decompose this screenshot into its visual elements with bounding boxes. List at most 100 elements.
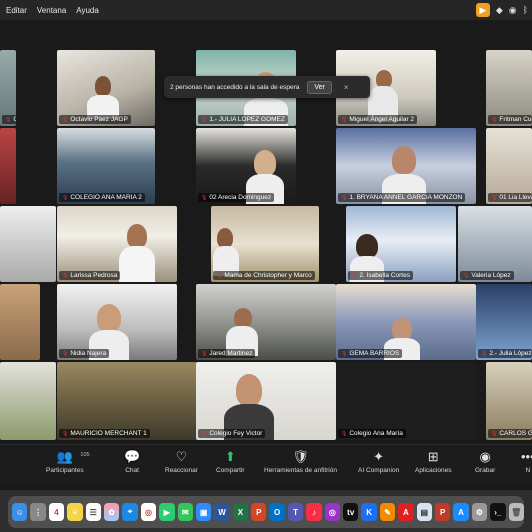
- safari-icon[interactable]: ⌖: [122, 503, 138, 521]
- participant-tile[interactable]: [0, 362, 56, 440]
- ai-companion-button[interactable]: ✦ AI Companion: [358, 449, 399, 474]
- participant-name: CARLOS GONZ: [488, 429, 532, 438]
- word-icon[interactable]: W: [214, 503, 230, 521]
- participant-tile[interactable]: Gloria Lopez: [0, 50, 16, 126]
- participant-tile[interactable]: CARLOS GONZ: [486, 362, 532, 440]
- participant-tile[interactable]: Jared Martinez: [196, 284, 336, 360]
- participant-name: Mama de Christopher y Marco: [213, 271, 315, 280]
- participant-name: MAURICIO MERCHANT 1: [59, 429, 150, 438]
- participant-name: Miguel Ángel Aguilar 2: [338, 115, 418, 124]
- participant-tile[interactable]: COLEGIO ANA MARIA 2: [57, 128, 155, 204]
- more-label: N: [525, 467, 531, 474]
- dock-bar: ☺ ⋮ 4 ≡ ☰ ✿ ⌖ ◎ ▶ ✉ ▣ W X P O T ♪ ◎ tv K…: [8, 496, 524, 528]
- participant-tile[interactable]: Nidia Najera: [57, 284, 177, 360]
- participant-tile[interactable]: GEMA BARRIOS: [336, 284, 476, 360]
- participant-name: Fritman Cué: [488, 115, 532, 124]
- pdf-icon[interactable]: P: [434, 503, 451, 521]
- settings-icon[interactable]: ⚙: [471, 503, 488, 521]
- participant-name: Larissa Pedrosa: [59, 271, 121, 280]
- close-icon[interactable]: ×: [344, 83, 349, 92]
- outlook-icon[interactable]: O: [269, 503, 285, 521]
- menu-item-edit[interactable]: Editar: [6, 6, 27, 15]
- participant-tile[interactable]: [0, 284, 40, 360]
- more-button[interactable]: ••• N: [521, 449, 532, 474]
- participant-name: Jared Martinez: [198, 349, 256, 358]
- music-icon[interactable]: ♪: [306, 503, 322, 521]
- shield-icon: 🛡: [292, 449, 309, 464]
- participant-tile[interactable]: Colegio Ana María: [336, 362, 476, 440]
- status-tray: ▶ ◆ ◉ ᛒ: [475, 3, 528, 17]
- waiting-room-notification: 2 personas han accedido a la sala de esp…: [164, 76, 370, 98]
- teams-icon[interactable]: T: [287, 503, 304, 521]
- participant-tile[interactable]: [0, 206, 56, 282]
- video-gallery: Gloria Lopez Octavio Paez JAGP 1.- JULIA…: [0, 22, 532, 442]
- host-tools-label: Herramientas de anfitrión: [264, 467, 337, 474]
- participant-name: Valeria López: [460, 271, 514, 280]
- participant-name: 2.- Julia López: [478, 349, 532, 358]
- host-tools-button[interactable]: 🛡 Herramientas de anfitrión: [264, 449, 337, 474]
- participant-tile[interactable]: Mama de Christopher y Marco: [211, 206, 319, 282]
- participant-tile[interactable]: Valeria López: [458, 206, 532, 282]
- terminal-icon[interactable]: ›_: [490, 503, 506, 521]
- preview-icon[interactable]: ▤: [416, 503, 432, 521]
- participant-name: Gloria Lopez: [2, 115, 16, 124]
- dropbox-icon[interactable]: ◆: [496, 5, 503, 16]
- share-screen-icon: ⬆: [224, 449, 236, 464]
- zoom-icon[interactable]: ▣: [195, 503, 212, 521]
- participant-tile[interactable]: MAURICIO MERCHANT 1: [57, 362, 197, 440]
- pages-icon[interactable]: ✎: [379, 503, 396, 521]
- participant-tile[interactable]: 1. BRYANA ANNEL GARCIA MONZON: [336, 128, 476, 204]
- participant-tile[interactable]: Larissa Pedrosa: [57, 206, 177, 282]
- facetime-icon[interactable]: ▶: [159, 503, 175, 521]
- calendar-icon[interactable]: 4: [48, 503, 65, 521]
- menu-bar: Editar Ventana Ayuda ▶ ◆ ◉ ᛒ: [0, 0, 532, 20]
- chrome-icon[interactable]: ◎: [140, 503, 157, 521]
- globe-icon[interactable]: ◉: [509, 5, 517, 16]
- dock: ☺ ⋮ 4 ≡ ☰ ✿ ⌖ ◎ ▶ ✉ ▣ W X P O T ♪ ◎ tv K…: [0, 490, 532, 532]
- photos-icon[interactable]: ✿: [103, 503, 120, 521]
- podcasts-icon[interactable]: ◎: [324, 503, 341, 521]
- bluetooth-icon[interactable]: ᛒ: [523, 5, 528, 15]
- participant-tile[interactable]: Fritman Cué: [486, 50, 532, 126]
- view-button[interactable]: Ver: [307, 80, 332, 94]
- participant-tile[interactable]: 2. Isabella Cortes: [346, 206, 456, 282]
- acrobat-icon[interactable]: A: [398, 503, 414, 521]
- share-button[interactable]: ⬆ Compartir: [216, 449, 245, 474]
- participant-count: 105: [80, 452, 90, 458]
- chat-button[interactable]: 💬 Chat: [124, 449, 140, 474]
- react-label: Reaccionar: [165, 467, 198, 474]
- record-button[interactable]: ◉ Grabar: [475, 449, 495, 474]
- participant-name: Nidia Najera: [59, 349, 110, 358]
- excel-icon[interactable]: X: [232, 503, 249, 521]
- messages-icon[interactable]: ✉: [177, 503, 193, 521]
- participant-tile[interactable]: Colegio Fey Victor: [196, 362, 336, 440]
- participant-name: GEMA BARRIOS: [338, 349, 403, 358]
- record-label: Grabar: [475, 467, 496, 474]
- participants-button[interactable]: 👥 105 Participantes: [46, 449, 90, 474]
- menu-item-window[interactable]: Ventana: [37, 6, 66, 15]
- share-label: Compartir: [216, 467, 245, 474]
- react-button[interactable]: ♡ Reaccionar: [165, 449, 198, 474]
- people-icon: 👥: [56, 449, 73, 464]
- participant-tile[interactable]: Octavio Paez JAGP: [57, 50, 155, 126]
- notes-icon[interactable]: ≡: [67, 503, 83, 521]
- zoom-tray-icon[interactable]: ▶: [475, 3, 490, 17]
- sparkle-icon: ✦: [373, 449, 385, 464]
- participant-tile[interactable]: 02 Arecia Dominguez: [196, 128, 296, 204]
- participant-name: 01 Lia Llevarez: [488, 193, 532, 202]
- participant-tile[interactable]: [0, 128, 16, 204]
- finder-icon[interactable]: ☺: [12, 503, 28, 521]
- reminders-icon[interactable]: ☰: [85, 503, 101, 521]
- launchpad-icon[interactable]: ⋮: [30, 503, 46, 521]
- participant-tile[interactable]: 2.- Julia López: [476, 284, 532, 360]
- participant-tile[interactable]: 01 Lia Llevarez: [486, 128, 532, 204]
- apps-button[interactable]: ⊞ Aplicaciones: [415, 449, 452, 474]
- appletv-icon[interactable]: tv: [343, 503, 359, 521]
- participant-name: 2. Isabella Cortes: [348, 271, 413, 280]
- trash-icon[interactable]: 🗑: [508, 503, 524, 521]
- appstore-icon[interactable]: A: [453, 503, 469, 521]
- powerpoint-icon[interactable]: P: [251, 503, 267, 521]
- participant-name: 1.- JULIA LOPEZ GOMEZ: [198, 115, 288, 124]
- menu-item-help[interactable]: Ayuda: [76, 6, 99, 15]
- keynote-icon[interactable]: K: [361, 503, 377, 521]
